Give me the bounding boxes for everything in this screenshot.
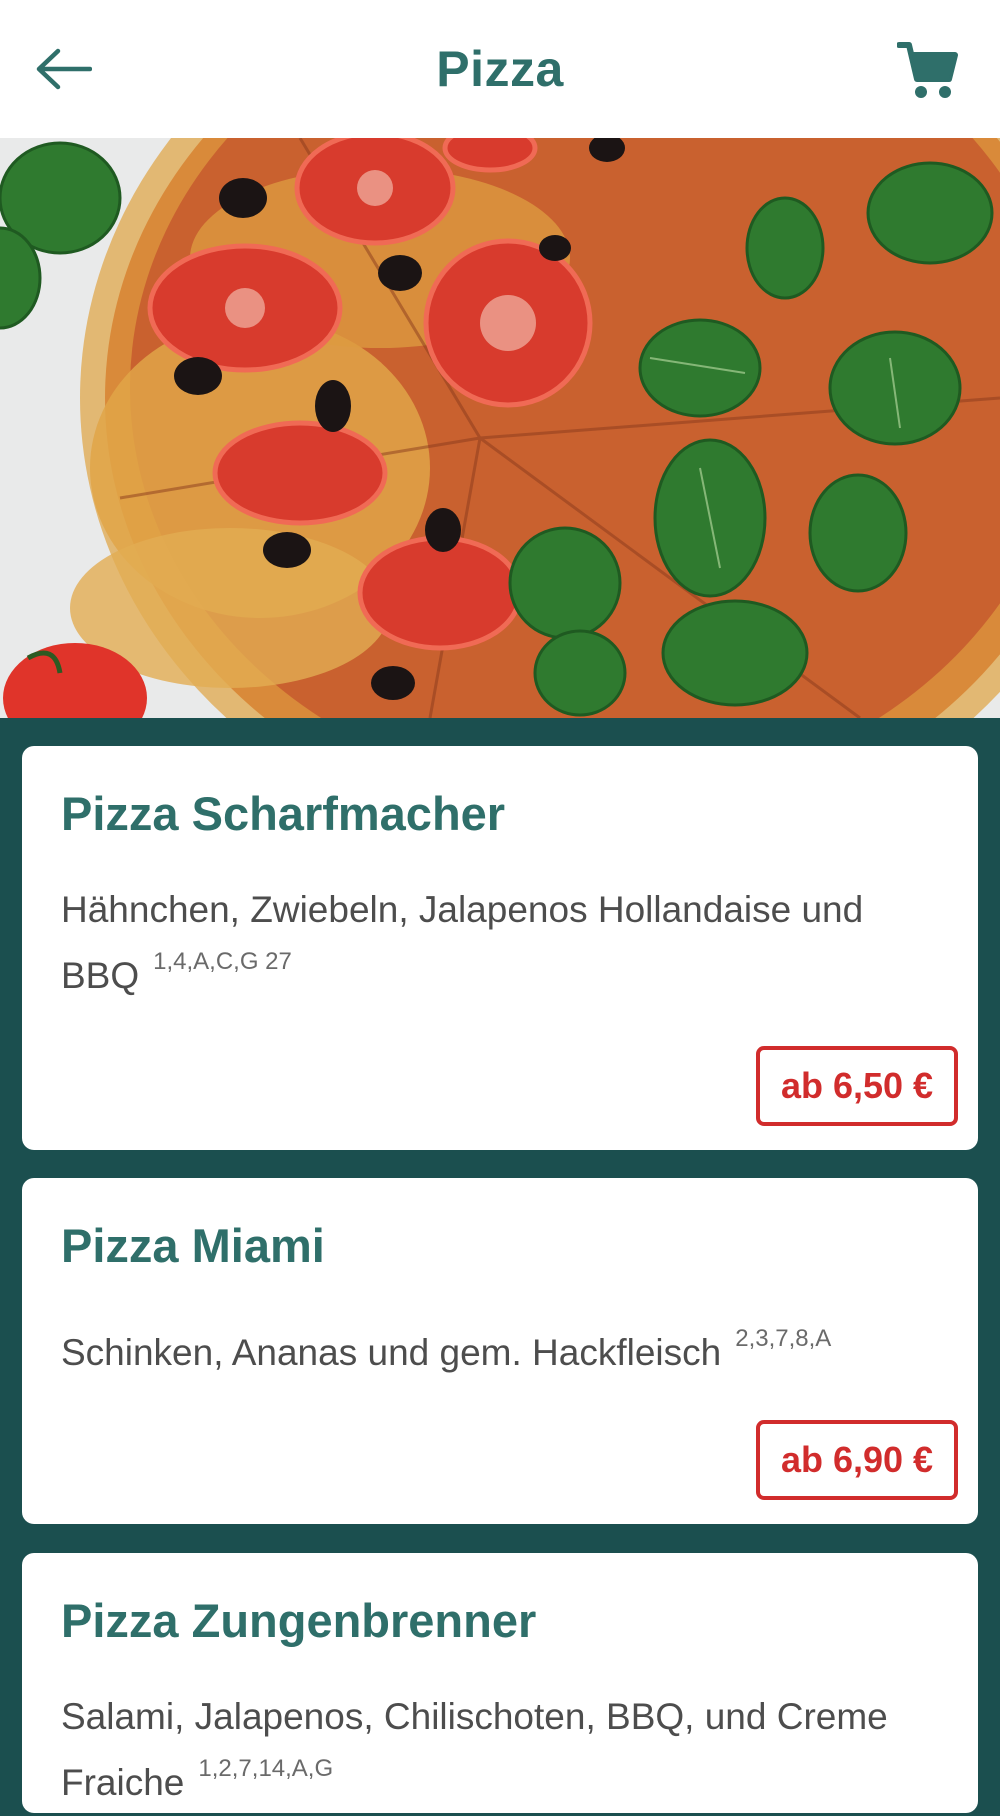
hero-pizza-image (0, 138, 1000, 718)
item-description: Schinken, Ananas und gem. Hackfleisch 2,3… (61, 1320, 941, 1386)
item-description-text: Salami, Jalapenos, Chilischoten, BBQ, un… (61, 1696, 888, 1803)
price-button[interactable]: ab 6,90 € (756, 1420, 958, 1500)
item-name: Pizza Scharfmacher (61, 787, 506, 840)
cart-button[interactable] (892, 34, 964, 106)
pizza-photo (0, 138, 1000, 718)
price-button[interactable]: ab 6,50 € (756, 1046, 958, 1126)
menu-item-card[interactable]: Pizza Zungenbrenner Salami, Jalapenos, C… (22, 1553, 978, 1813)
menu-item-card[interactable]: Pizza Scharfmacher Hähnchen, Zwiebeln, J… (22, 746, 978, 1150)
app-header: Pizza (0, 0, 1000, 138)
item-description-text: Schinken, Ananas und gem. Hackfleisch (61, 1332, 722, 1373)
item-description-text: Hähnchen, Zwiebeln, Jalapenos Hollandais… (61, 889, 864, 996)
item-allergens: 1,4,A,C,G 27 (153, 947, 292, 975)
shopping-cart-icon (897, 42, 958, 98)
item-name: Pizza Zungenbrenner (61, 1594, 537, 1647)
menu-item-card[interactable]: Pizza Miami Schinken, Ananas und gem. Ha… (22, 1178, 978, 1524)
page-title: Pizza (436, 41, 564, 97)
item-name: Pizza Miami (61, 1219, 325, 1272)
item-allergens: 2,3,7,8,A (735, 1324, 832, 1352)
item-description: Salami, Jalapenos, Chilischoten, BBQ, un… (61, 1684, 941, 1816)
item-description: Hähnchen, Zwiebeln, Jalapenos Hollandais… (61, 877, 941, 1009)
